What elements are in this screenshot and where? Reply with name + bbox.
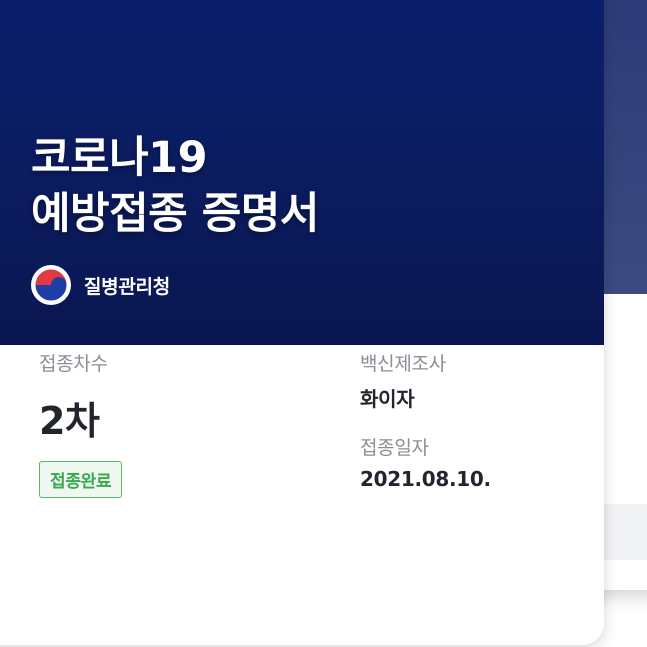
vaccination-complete-badge: 접종완료 [39, 461, 123, 498]
issuing-agency: 질병관리청 [31, 265, 170, 305]
dose-number-label: 접종차수 [39, 353, 108, 375]
vaccination-certificate-card[interactable]: 코로나19 예방접종 증명서 질병관리청 접종차수 2차 접종완료 백신제조사 … [0, 0, 604, 645]
manufacturer-value: 화이자 [360, 387, 415, 411]
certificate-details: 접종차수 2차 접종완료 백신제조사 화이자 접종일자 2021.08.10. [0, 345, 604, 645]
certificate-header: 코로나19 예방접종 증명서 질병관리청 [0, 0, 604, 345]
dose-number-value: 2차 [39, 399, 100, 443]
manufacturer-label: 백신제조사 [360, 353, 446, 375]
vaccination-date-value: 2021.08.10. [360, 467, 491, 491]
certificate-title: 코로나19 예방접종 증명서 [31, 130, 319, 242]
vaccination-date-label: 접종일자 [360, 437, 429, 459]
screen: 코로나19 예방접종 증명서 질병관리청 접종차수 2차 접종완료 백신제조사 … [0, 0, 647, 647]
title-line-1: 코로나19 [31, 133, 208, 183]
title-line-2: 예방접종 증명서 [31, 189, 319, 239]
agency-name: 질병관리청 [84, 275, 170, 298]
taegeuk-emblem-icon [31, 265, 71, 305]
